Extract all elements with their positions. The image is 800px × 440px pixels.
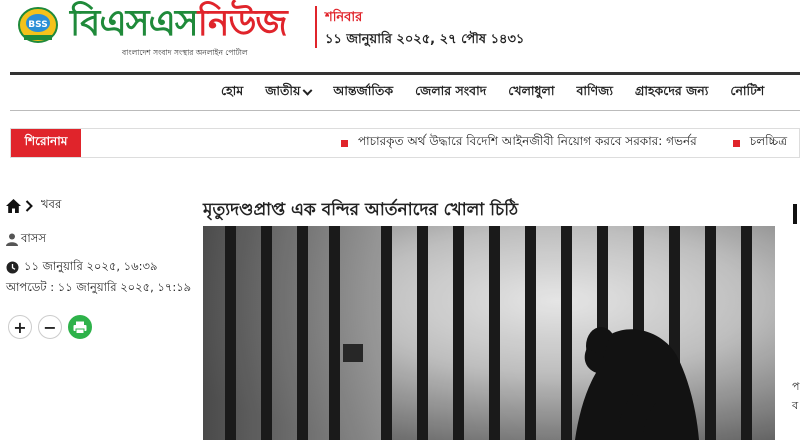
- user-icon: [6, 233, 18, 246]
- logo-tagline: বাংলাদেশ সংবাদ সংস্থার অনলাইন পোর্টাল: [122, 48, 248, 57]
- headline-ticker: শিরোনাম পাচারকৃত অর্থ উদ্ধারে বিদেশি আইন…: [10, 128, 800, 158]
- nav-item-label: খেলাধুলা: [508, 83, 555, 98]
- ticker-items: পাচারকৃত অর্থ উদ্ধারে বিদেশি আইনজীবী নিয…: [341, 129, 787, 157]
- logo-wordmark-red: নিউজ: [197, 3, 288, 44]
- nav-item-business[interactable]: বাণিজ্য: [565, 83, 624, 103]
- current-day: শনিবার: [325, 10, 363, 25]
- sidebar-edge-text: ব: [792, 399, 799, 412]
- breadcrumb-section[interactable]: খবর: [41, 196, 61, 215]
- home-icon[interactable]: [6, 198, 21, 213]
- minus-icon: −: [43, 317, 57, 337]
- logo-wordmark-green: বিএসএস: [70, 3, 199, 44]
- nav-item-district-news[interactable]: জেলার সংবাদ: [404, 83, 497, 103]
- nav-item-international[interactable]: আন্তর্জাতিক: [322, 83, 404, 103]
- main-nav: হোম জাতীয় আন্তর্জাতিক জেলার সংবাদ খেলাধ…: [210, 78, 775, 108]
- prison-bar: [705, 226, 716, 440]
- nav-top-rule: [10, 72, 800, 75]
- published-time: ১১ জানুয়ারি ২০২৫, ১৬:৩৯: [6, 258, 157, 277]
- logo-wordmark: বিএসএসনিউজ: [70, 2, 288, 46]
- article-author: বাসস: [6, 230, 46, 249]
- prison-bar: [741, 226, 752, 440]
- prison-image: [203, 226, 775, 440]
- chevron-right-icon: [25, 199, 33, 212]
- prison-bar: [261, 226, 272, 440]
- author-name: বাসস: [21, 231, 46, 245]
- prison-bar: [453, 226, 464, 440]
- prison-bar: [417, 226, 428, 440]
- svg-text:BSS: BSS: [28, 20, 47, 30]
- ticker-label: শিরোনাম: [11, 129, 81, 157]
- nav-item-label: বাণিজ্য: [576, 83, 613, 98]
- nav-item-label: জাতীয়: [265, 83, 301, 98]
- nav-item-label: নোটিশ: [730, 83, 765, 98]
- clock-icon: [6, 261, 19, 274]
- ticker-item-text: চলচ্চিত্র: [749, 134, 788, 148]
- prison-bar: [297, 226, 308, 440]
- nav-item-notice[interactable]: নোটিশ: [719, 83, 775, 103]
- current-date: ১১ জানুয়ারি ২০২৫, ২৭ পৌষ ১৪৩১: [325, 32, 525, 47]
- site-header: BSS বিএসএসনিউজ বাংলাদেশ সংবাদ সংস্থার অন…: [0, 0, 800, 62]
- nav-item-sports[interactable]: খেলাধুলা: [497, 83, 565, 103]
- nav-item-label: হোম: [221, 83, 244, 98]
- published-time-text: ১১ জানুয়ারি ২০২৫, ১৬:৩৯: [24, 259, 158, 273]
- article-hero-image: [203, 226, 775, 440]
- prison-bar: [489, 226, 500, 440]
- ticker-item[interactable]: চলচ্চিত্র: [732, 133, 788, 153]
- article-tools: + −: [8, 315, 92, 339]
- nav-item-label: জেলার সংবাদ: [415, 83, 487, 98]
- ticker-item[interactable]: পাচারকৃত অর্থ উদ্ধারে বিদেশি আইনজীবী নিয…: [341, 133, 697, 153]
- nav-item-subscribers[interactable]: গ্রাহকদের জন্য: [624, 83, 719, 103]
- prison-bar: [525, 226, 536, 440]
- breadcrumb: খবর: [6, 196, 61, 215]
- nav-item-home[interactable]: হোম: [210, 83, 254, 103]
- nav-bottom-rule: [10, 110, 800, 111]
- sidebar-edge-marker: [793, 204, 797, 224]
- bullet-icon: [732, 139, 740, 147]
- font-decrease-button[interactable]: −: [38, 315, 62, 339]
- updated-time: আপডেট : ১১ জানুয়ারি ২০২৫, ১৭:১৯: [6, 280, 192, 294]
- ticker-item-text: পাচারকৃত অর্থ উদ্ধারে বিদেশি আইনজীবী নিয…: [358, 134, 697, 148]
- site-logo[interactable]: BSS বিএসএসনিউজ বাংলাদেশ সংবাদ সংস্থার অন…: [12, 2, 312, 62]
- chevron-down-icon: [302, 85, 313, 96]
- nav-item-label: গ্রাহকদের জন্য: [635, 83, 709, 98]
- prison-bar: [225, 226, 236, 440]
- nav-item-national[interactable]: জাতীয়: [254, 83, 322, 103]
- prison-bar: [329, 226, 340, 440]
- bss-emblem-icon: BSS: [18, 7, 58, 43]
- nav-item-label: আন্তর্জাতিক: [333, 83, 394, 98]
- print-button[interactable]: [68, 315, 92, 339]
- prison-bar: [381, 226, 392, 440]
- header-divider: [315, 6, 317, 48]
- prison-bar: [561, 226, 572, 440]
- sidebar-edge-text: প: [792, 380, 800, 393]
- font-increase-button[interactable]: +: [8, 315, 32, 339]
- article-headline: মৃত্যুদণ্ডপ্রাপ্ত এক বন্দির আর্তনাদের খো…: [203, 200, 519, 220]
- bullet-icon: [341, 139, 348, 147]
- plus-icon: +: [13, 317, 27, 337]
- printer-icon: [73, 321, 87, 334]
